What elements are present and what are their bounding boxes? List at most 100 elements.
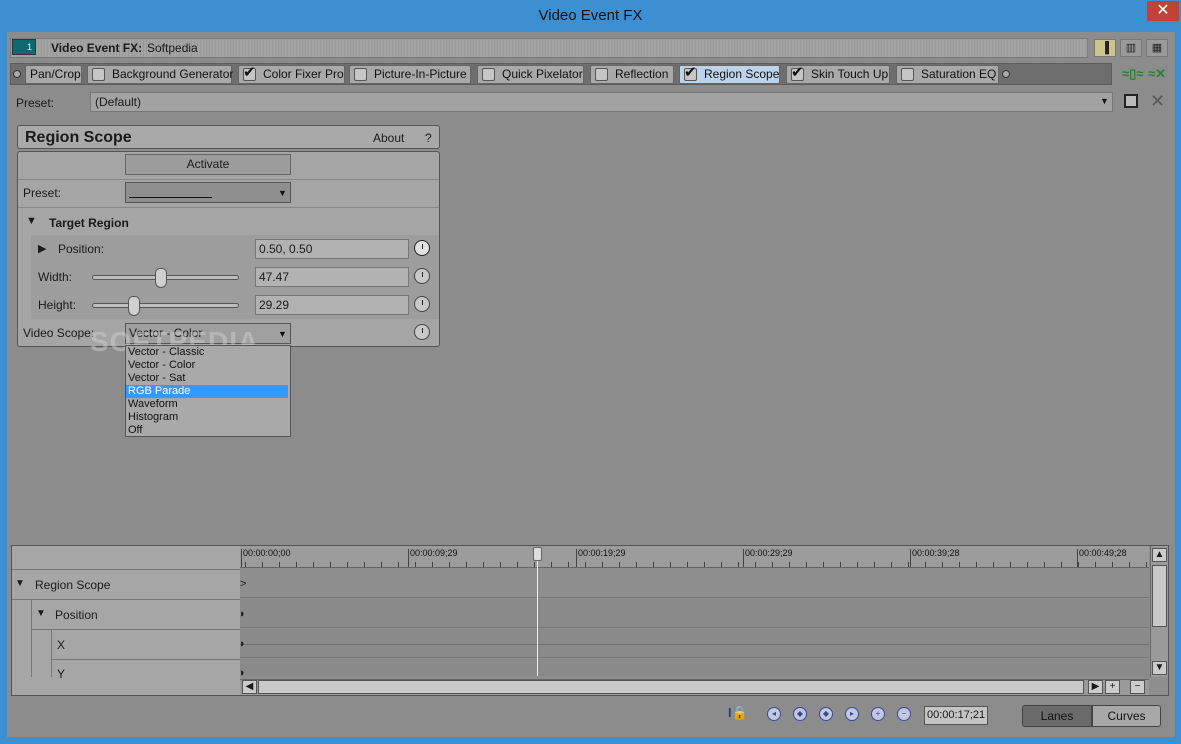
ruler-minor-tick [840, 562, 841, 567]
keyframe-clock-icon[interactable] [414, 296, 430, 312]
previous-keyframe-icon[interactable]: ◆ [793, 707, 807, 721]
collapse-triangle-icon[interactable]: ▼ [15, 578, 25, 589]
checkmark-icon: ✔ [684, 64, 697, 81]
last-keyframe-icon[interactable]: ▸ [845, 707, 859, 721]
plugin-tab-label: Quick Pixelator [502, 67, 583, 81]
plugin-tab-label: Region Scope [704, 67, 780, 81]
plugin-tab[interactable]: ✔ Color Fixer Pro [238, 64, 345, 84]
lanes-button[interactable]: Lanes [1022, 705, 1092, 727]
activate-button[interactable]: Activate [125, 154, 291, 175]
time-ruler[interactable] [240, 546, 1149, 568]
plugin-tab-label: Pan/Crop [30, 67, 81, 81]
keyframe-marker-icon[interactable]: ◗ [239, 667, 246, 679]
keyframe-marker-icon[interactable]: > [240, 578, 246, 590]
checkmark-icon: ✔ [791, 64, 804, 81]
chevron-down-icon[interactable]: ▼ [1100, 96, 1109, 106]
keyframe-marker-icon[interactable]: ◗ [239, 638, 246, 650]
scroll-up-icon[interactable]: ▲ [1152, 548, 1167, 562]
scroll-down-icon[interactable]: ▼ [1152, 661, 1167, 675]
ruler-label: 00:00:00;00 [243, 548, 291, 558]
width-label: Width: [38, 270, 73, 284]
dropdown-option[interactable]: Waveform [126, 398, 288, 411]
ruler-minor-tick [857, 562, 858, 567]
first-keyframe-icon[interactable]: ◂ [767, 707, 781, 721]
curves-button[interactable]: Curves [1092, 705, 1161, 727]
ruler-label: 00:00:49;28 [1079, 548, 1127, 558]
plugin-tab[interactable]: Reflection [590, 65, 674, 84]
plugin-tab[interactable]: Saturation EQ [896, 65, 999, 84]
remove-plugin-icon[interactable]: ≈✕ [1148, 66, 1166, 82]
track-lane[interactable] [240, 569, 1149, 598]
height-slider-thumb[interactable] [128, 296, 140, 316]
zoom-out-icon[interactable]: − [1130, 680, 1145, 694]
position-label: Position: [58, 242, 105, 256]
plugin-enable-checkbox[interactable] [92, 68, 105, 81]
save-preset-icon[interactable] [1124, 94, 1138, 108]
keyframe-clock-icon[interactable] [414, 240, 430, 256]
track-region-scope[interactable]: Region Scope [35, 578, 110, 592]
keyframe-marker-icon[interactable]: ◗ [239, 608, 246, 620]
plugin-enable-checkbox[interactable] [595, 68, 608, 81]
plugin-preset-select[interactable] [125, 182, 291, 203]
view-three-columns-icon[interactable]: ▦ [1146, 39, 1168, 57]
delete-preset-icon[interactable]: ✕ [1150, 91, 1165, 112]
ruler-minor-tick [653, 562, 654, 567]
chevron-down-icon[interactable]: ▼ [278, 188, 287, 198]
plugin-tab[interactable]: ✔ Skin Touch Up [786, 64, 890, 84]
dropdown-option[interactable]: Vector - Color [126, 359, 288, 372]
horizontal-scroll-thumb[interactable] [258, 680, 1084, 694]
about-link[interactable]: About [373, 131, 404, 145]
track-lane[interactable] [240, 659, 1149, 677]
expand-triangle-icon[interactable]: ▶ [38, 242, 46, 255]
view-two-columns-icon[interactable]: ▥ [1120, 39, 1142, 57]
track-x[interactable]: X [57, 638, 65, 652]
preset-select[interactable]: (Default) [90, 92, 1113, 112]
collapse-triangle-icon[interactable]: ▼ [36, 608, 46, 619]
plugin-chain-icon[interactable]: ≈▯≈ [1122, 66, 1143, 82]
plugin-tab[interactable]: Pan/Crop [25, 65, 82, 84]
dropdown-option[interactable]: Vector - Classic [126, 346, 288, 359]
width-field[interactable]: 47.47 [255, 267, 409, 287]
add-keyframe-icon[interactable]: + [871, 707, 885, 721]
scroll-left-icon[interactable]: ◀ [242, 680, 257, 694]
track-y[interactable]: Y [57, 667, 65, 681]
dropdown-option[interactable]: Vector - Sat [126, 372, 288, 385]
delete-keyframe-icon[interactable]: − [897, 707, 911, 721]
collapse-triangle-icon[interactable]: ▼ [26, 215, 37, 227]
help-link[interactable]: ? [425, 131, 432, 145]
keyframe-clock-icon[interactable] [414, 324, 430, 340]
close-button[interactable]: ✕ [1147, 1, 1179, 21]
plugin-enable-checkbox[interactable] [901, 68, 914, 81]
playhead-handle[interactable] [533, 547, 542, 561]
dropdown-option[interactable]: Off [126, 424, 288, 437]
keyframe-clock-icon[interactable] [414, 268, 430, 284]
ruler-minor-tick [908, 562, 909, 567]
timecode-field[interactable]: 00:00:17;21 [924, 706, 988, 725]
plugin-enable-checkbox[interactable] [482, 68, 495, 81]
scroll-right-icon[interactable]: ▶ [1088, 680, 1103, 694]
next-keyframe-icon[interactable]: ◆ [819, 707, 833, 721]
plugin-tab[interactable]: Picture-In-Picture [349, 65, 471, 84]
chevron-down-icon[interactable]: ▼ [278, 329, 287, 339]
width-slider-thumb[interactable] [155, 268, 167, 288]
height-field[interactable]: 29.29 [255, 295, 409, 315]
sync-cursor-icon[interactable]: I🔒 [728, 705, 748, 721]
plugin-tab[interactable]: ✔ Region Scope [679, 64, 780, 84]
chain-end-icon [1002, 70, 1010, 78]
vertical-scroll-thumb[interactable] [1152, 565, 1167, 627]
plugin-enable-checkbox[interactable] [354, 68, 367, 81]
plugin-tab[interactable]: Background Generator [87, 65, 233, 84]
plugin-tab[interactable]: Quick Pixelator [477, 65, 584, 84]
dropdown-option[interactable]: Histogram [126, 411, 288, 424]
track-lane[interactable] [240, 599, 1149, 628]
position-field[interactable]: 0.50, 0.50 [255, 239, 409, 259]
ruler-minor-tick [959, 562, 960, 567]
ruler-minor-tick [432, 562, 433, 567]
ruler-minor-tick [517, 562, 518, 567]
height-slider-track[interactable] [92, 303, 239, 308]
ruler-minor-tick [364, 562, 365, 567]
view-one-column-icon[interactable]: ▐ [1094, 39, 1116, 57]
dropdown-option[interactable]: RGB Parade [126, 385, 288, 398]
zoom-in-icon[interactable]: + [1105, 680, 1120, 694]
track-position[interactable]: Position [55, 608, 98, 622]
